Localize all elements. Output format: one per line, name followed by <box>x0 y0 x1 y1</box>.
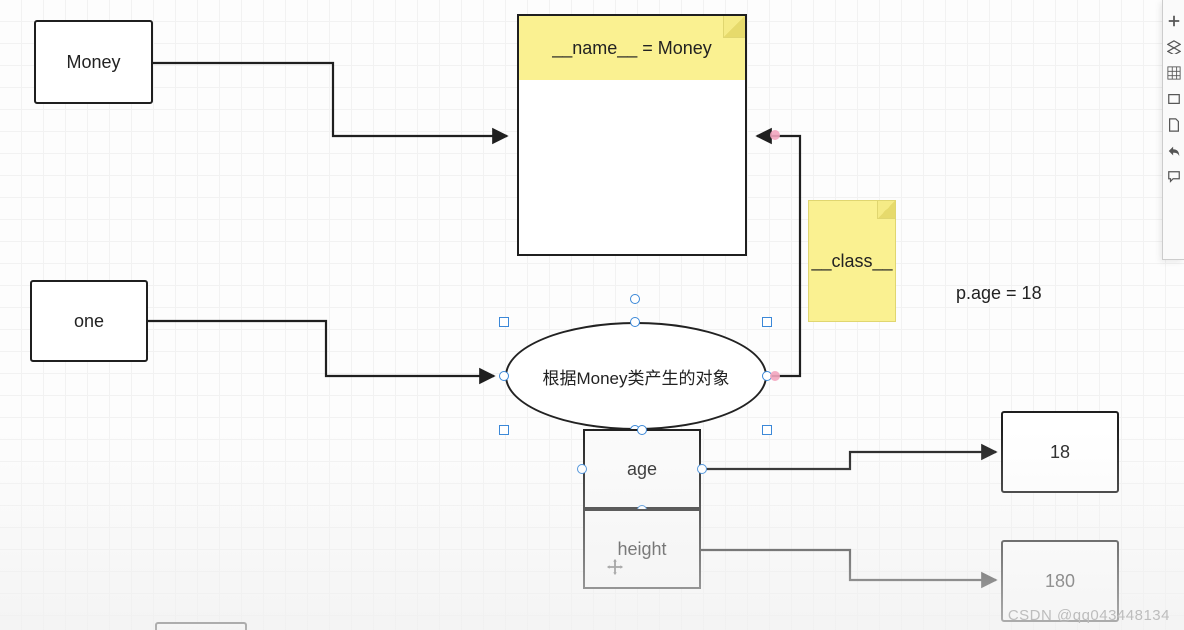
toolbar-doc-icon[interactable] <box>1167 118 1181 132</box>
fold-corner-icon <box>877 201 895 219</box>
move-cursor-icon <box>606 558 624 576</box>
selection-handle[interactable] <box>762 317 772 327</box>
toolbar-undo-icon[interactable] <box>1167 144 1181 158</box>
cell-age[interactable]: age <box>583 429 701 509</box>
node-money[interactable]: Money <box>34 20 153 104</box>
connection-handle[interactable] <box>577 464 587 474</box>
node-label: Money <box>66 52 120 73</box>
cell-label: height <box>617 539 666 560</box>
connection-handle[interactable] <box>499 371 509 381</box>
cell-label: age <box>627 459 657 480</box>
class-header: __name__ = Money <box>519 16 745 80</box>
node-one[interactable]: one <box>30 280 148 362</box>
right-toolbar <box>1162 0 1184 260</box>
connection-handle[interactable] <box>637 425 647 435</box>
selection-handle[interactable] <box>499 425 509 435</box>
node-label: one <box>74 311 104 332</box>
note-text: __class__ <box>811 251 892 272</box>
node-class[interactable]: __name__ = Money <box>517 14 747 256</box>
cell-height[interactable]: height <box>583 509 701 589</box>
connection-handle[interactable] <box>630 294 640 304</box>
node-label: 18 <box>1050 442 1070 463</box>
selection-handle[interactable] <box>499 317 509 327</box>
node-partial[interactable] <box>155 622 247 630</box>
fold-corner-icon <box>723 16 745 38</box>
connection-handle[interactable] <box>630 317 640 327</box>
connection-handle[interactable] <box>697 464 707 474</box>
link-endpoint-icon <box>770 130 780 140</box>
node-instance-ellipse[interactable]: 根据Money类产生的对象 <box>505 322 767 430</box>
watermark: CSDN @qq043448134 <box>1008 607 1170 624</box>
toolbar-comment-icon[interactable] <box>1167 170 1181 184</box>
toolbar-rect-icon[interactable] <box>1167 92 1181 106</box>
ellipse-text: 根据Money类产生的对象 <box>542 364 729 389</box>
toolbar-grid-icon[interactable] <box>1167 66 1181 80</box>
class-header-text: __name__ = Money <box>552 38 712 59</box>
link-endpoint-icon <box>770 371 780 381</box>
toolbar-layers-icon[interactable] <box>1167 40 1181 54</box>
toolbar-plus-icon[interactable] <box>1167 14 1181 28</box>
text-expression: p.age = 18 <box>956 283 1042 304</box>
node-value-18[interactable]: 18 <box>1001 411 1119 493</box>
diagram-canvas[interactable]: Money one __name__ = Money __class__ 根据M… <box>0 0 1184 630</box>
note-class[interactable]: __class__ <box>808 200 896 322</box>
selection-handle[interactable] <box>762 425 772 435</box>
node-label: 180 <box>1045 571 1075 592</box>
